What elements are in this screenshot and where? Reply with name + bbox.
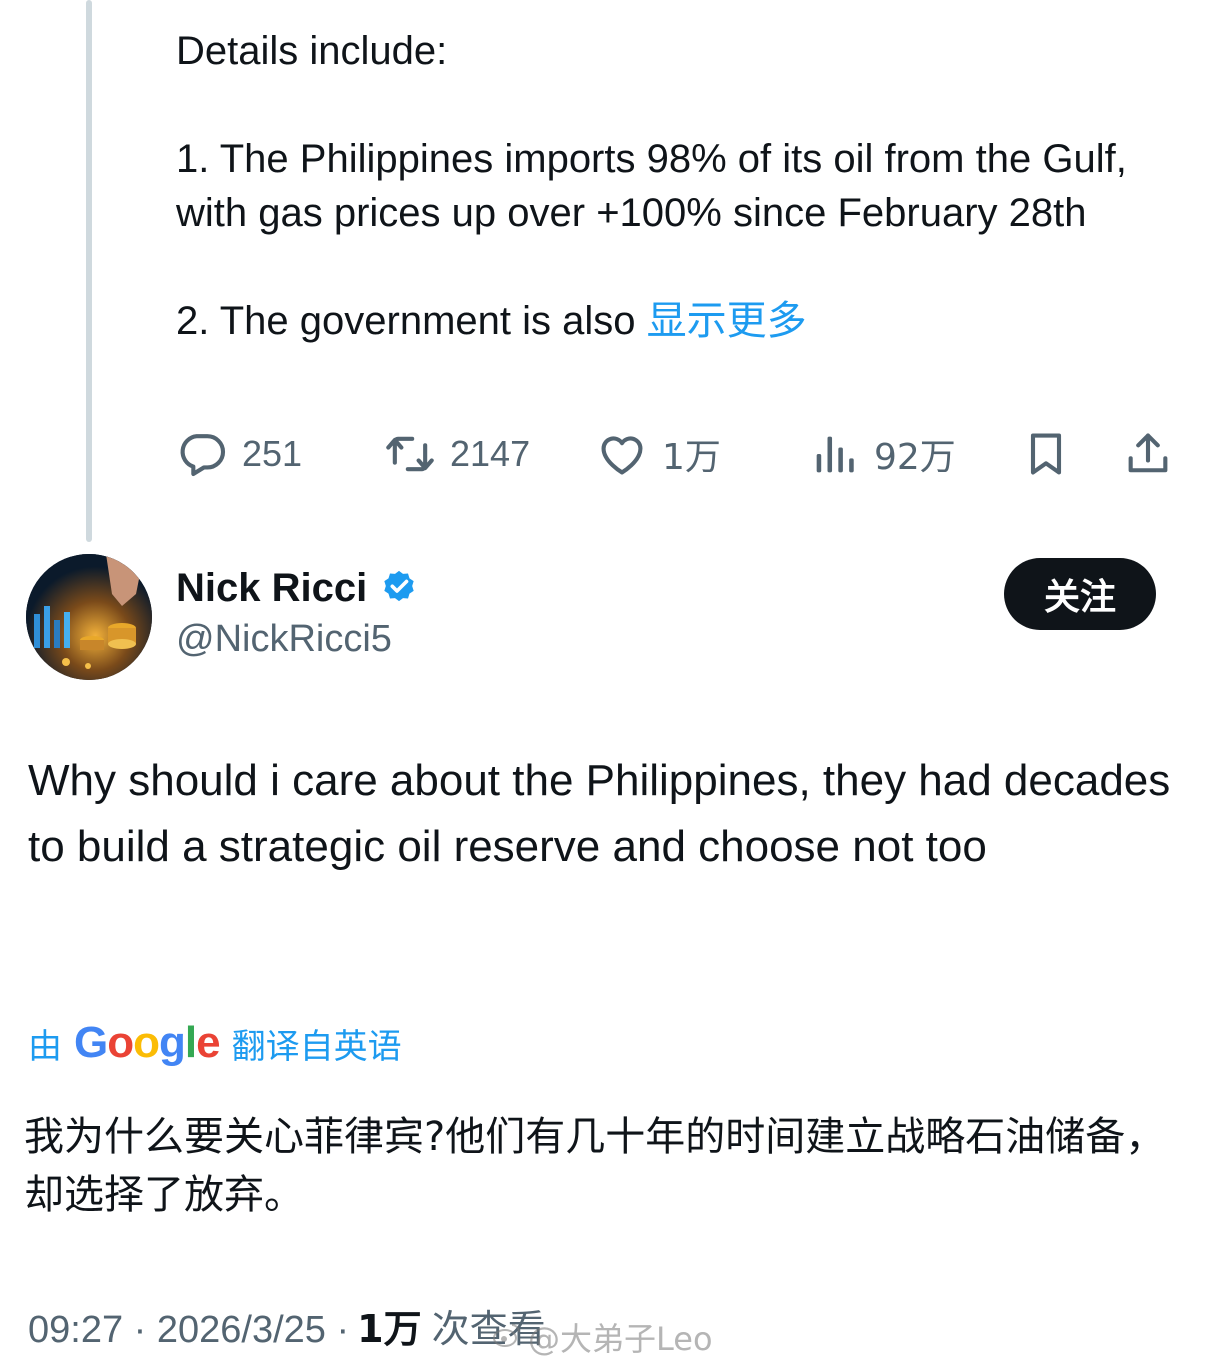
user-handle[interactable]: @NickRicci5	[176, 618, 392, 661]
repost-button[interactable]: 2147	[384, 422, 530, 486]
like-button[interactable]: 1万	[596, 422, 721, 486]
reply-icon	[176, 428, 228, 480]
author-name-row: Nick Ricci	[176, 566, 419, 611]
share-icon	[1122, 428, 1174, 480]
bookmark-icon	[1020, 428, 1072, 480]
parent-tweet-text: Details include: 1. The Philippines impo…	[176, 24, 1176, 348]
share-button[interactable]	[1122, 422, 1174, 486]
heart-icon	[596, 428, 648, 480]
translation-prefix: 由	[28, 1026, 62, 1067]
verified-badge-icon	[379, 566, 419, 611]
reply-tweet-text: Why should i care about the Philippines,…	[28, 756, 1171, 871]
parent-tweet-point-1: 1. The Philippines imports 98% of its oi…	[176, 137, 1127, 235]
like-count: 1万	[662, 437, 721, 478]
follow-button[interactable]: 关注	[1004, 558, 1156, 630]
repost-icon	[384, 428, 436, 480]
tweet-timestamp[interactable]: 09:27 · 2026/3/25 ·	[28, 1309, 349, 1352]
tweet-metadata: 09:27 · 2026/3/25 · 1万 次查看	[28, 1298, 546, 1353]
reply-button[interactable]: 251	[176, 422, 302, 486]
parent-tweet-intro: Details include:	[176, 29, 448, 73]
watermark: @大弟子Leo	[492, 1314, 713, 1360]
show-more-link[interactable]: 显示更多	[647, 299, 807, 343]
translated-tweet-text: 我为什么要关心菲律宾?他们有几十年的时间建立战略石油储备，却选择了放弃。	[24, 1114, 1166, 1218]
translation-attribution[interactable]: 由 Google 翻译自英语	[28, 1018, 402, 1068]
tweet-action-bar: 251 2147 1万 92万	[0, 422, 1206, 486]
bookmark-button[interactable]	[1020, 422, 1072, 486]
parent-tweet-point-2: 2. The government is also 显示更多	[176, 294, 1176, 348]
weibo-logo-icon	[492, 1318, 522, 1356]
reply-count: 251	[242, 433, 303, 474]
views-icon	[808, 428, 860, 480]
views-button[interactable]: 92万	[808, 422, 956, 486]
parent-tweet-point-2-text: 2. The government is also	[176, 299, 636, 343]
watermark-text: @大弟子Leo	[528, 1320, 713, 1358]
repost-count: 2147	[450, 433, 531, 474]
translation-suffix: 翻译自英语	[231, 1026, 402, 1067]
views-count: 92万	[874, 437, 956, 478]
display-name[interactable]: Nick Ricci	[176, 566, 367, 611]
google-logo: Google	[74, 1018, 221, 1067]
avatar[interactable]	[26, 554, 152, 680]
tweet-view-count: 1万	[357, 1307, 422, 1351]
